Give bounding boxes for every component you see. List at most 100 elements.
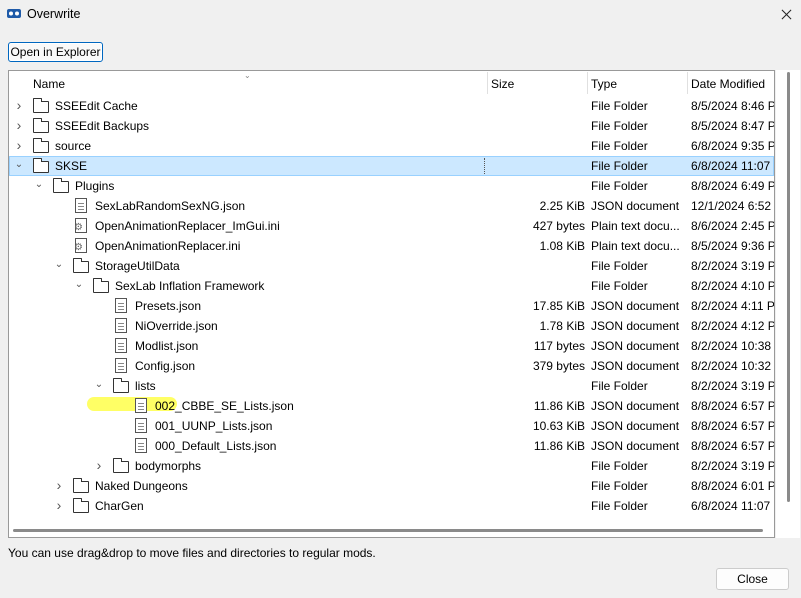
chevron-down-icon[interactable]: ⌄ (73, 279, 85, 291)
column-header-size[interactable]: Size (491, 77, 514, 91)
item-type: File Folder (591, 159, 648, 173)
tree-row-file[interactable]: OpenAnimationReplacer.ini 1.08 KiB Plain t… (9, 236, 774, 256)
item-name: SexLabRandomSexNG.json (95, 199, 246, 213)
folder-icon (73, 258, 89, 273)
item-type: JSON document (591, 199, 680, 213)
file-icon (135, 418, 147, 433)
folder-icon (33, 98, 49, 113)
chevron-down-icon[interactable]: ⌄ (53, 259, 65, 271)
column-header-name[interactable]: Name (33, 77, 65, 91)
item-type: JSON document (591, 399, 680, 413)
item-type: File Folder (591, 139, 648, 153)
chevron-down-icon[interactable]: ⌄ (93, 379, 105, 391)
item-type: Plain text docu... (591, 239, 680, 253)
settings-file-icon (74, 218, 87, 233)
item-type: File Folder (591, 499, 648, 513)
item-date-modified: 8/6/2024 2:45 PM (691, 219, 774, 233)
sort-indicator-icon: ⌄ (244, 71, 251, 80)
tree-row-folder[interactable]: ⌄ SexLab Inflation Framework File Folder 8/… (9, 276, 774, 296)
item-name: SKSE (55, 159, 88, 173)
item-size: 11.86 KiB (533, 399, 585, 413)
item-size: 1.08 KiB (539, 239, 585, 253)
item-name: 002_CBBE_SE_Lists.json (155, 399, 294, 413)
title-bar: Overwrite (0, 0, 801, 30)
item-date-modified: 8/2/2024 3:19 PM (691, 459, 774, 473)
close-window-icon[interactable] (771, 0, 801, 30)
tree-row-file[interactable]: 000_Default_Lists.json 11.86 KiB JSON docu… (9, 436, 774, 456)
close-button[interactable]: Close (716, 568, 789, 590)
vertical-scrollbar[interactable] (776, 70, 800, 538)
tree-row-folder[interactable]: ⌄ SKSE File Folder 6/8/2024 11:07 ... (9, 156, 774, 176)
horizontal-scroll-thumb[interactable] (13, 529, 763, 532)
focus-divider (484, 158, 485, 174)
file-tree[interactable]: ⌄ Name Size Type Date Modified › SSEEdit … (8, 70, 775, 538)
tree-row-file[interactable]: 001_UUNP_Lists.json 10.63 KiB JSON documen… (9, 416, 774, 436)
chevron-right-icon[interactable]: › (13, 118, 25, 132)
column-header-type[interactable]: Type (591, 77, 617, 91)
tree-row-file[interactable]: Modlist.json 117 bytes JSON document 8/2/20… (9, 336, 774, 356)
column-header-date-modified[interactable]: Date Modified (691, 77, 765, 91)
item-type: File Folder (591, 179, 648, 193)
item-type: File Folder (591, 379, 648, 393)
item-name: SSEEdit Cache (55, 99, 138, 113)
item-size: 11.86 KiB (533, 439, 585, 453)
item-size: 117 bytes (533, 339, 585, 353)
tree-row-folder[interactable]: › SSEEdit Cache File Folder 8/5/2024 8:46 P… (9, 96, 774, 116)
item-name: NiOverride.json (135, 319, 218, 333)
horizontal-scrollbar[interactable] (9, 523, 774, 537)
tree-row-file[interactable]: NiOverride.json 1.78 KiB JSON document 8/2/… (9, 316, 774, 336)
item-date-modified: 6/8/2024 11:07 ... (691, 159, 774, 173)
item-type: JSON document (591, 319, 680, 333)
chevron-down-icon[interactable]: ⌄ (13, 159, 25, 171)
column-separator[interactable] (587, 72, 588, 94)
item-name: source (55, 139, 92, 153)
column-separator[interactable] (487, 72, 488, 94)
chevron-right-icon[interactable]: › (53, 498, 65, 512)
item-date-modified: 8/8/2024 6:57 PM (691, 399, 774, 413)
chevron-right-icon[interactable]: › (13, 138, 25, 152)
folder-icon (53, 178, 69, 193)
window-title: Overwrite (27, 7, 81, 21)
tree-row-file[interactable]: 002_CBBE_SE_Lists.json 11.86 KiB JSON docu… (9, 396, 774, 416)
app-icon (7, 9, 21, 18)
item-date-modified: 6/8/2024 11:07 ... (691, 499, 774, 513)
tree-row-folder[interactable]: ⌄ lists File Folder 8/2/2024 3:19 PM (9, 376, 774, 396)
tree-row-file[interactable]: Presets.json 17.85 KiB JSON document 8/2/20… (9, 296, 774, 316)
chevron-right-icon[interactable]: › (13, 98, 25, 112)
item-date-modified: 8/2/2024 4:12 PM (691, 319, 774, 333)
item-type: JSON document (591, 299, 680, 313)
tree-row-folder[interactable]: › SSEEdit Backups File Folder 8/5/2024 8:47… (9, 116, 774, 136)
tree-row-file[interactable]: OpenAnimationReplacer_ImGui.ini 427 bytes… (9, 216, 774, 236)
item-name: bodymorphs (135, 459, 202, 473)
chevron-right-icon[interactable]: › (93, 458, 105, 472)
tree-row-folder[interactable]: › CharGen File Folder 6/8/2024 11:07 ... (9, 496, 774, 516)
item-name: CharGen (95, 499, 144, 513)
tree-row-folder[interactable]: › source File Folder 6/8/2024 9:35 PM (9, 136, 774, 156)
item-type: JSON document (591, 339, 680, 353)
open-in-explorer-button[interactable]: Open in Explorer (8, 42, 103, 62)
item-name: 001_UUNP_Lists.json (155, 419, 273, 433)
item-size: 17.85 KiB (532, 299, 585, 313)
tree-row-folder[interactable]: ⌄ Plugins File Folder 8/8/2024 6:49 PM (9, 176, 774, 196)
tree-row-folder[interactable]: ⌄ StorageUtilData File Folder 8/2/2024 3:19… (9, 256, 774, 276)
file-icon (115, 318, 127, 333)
column-separator[interactable] (687, 72, 688, 94)
tree-row-folder[interactable]: › bodymorphs File Folder 8/2/2024 3:19 PM (9, 456, 774, 476)
item-name: OpenAnimationReplacer.ini (95, 239, 241, 253)
tree-rows: › SSEEdit Cache File Folder 8/5/2024 8:46 P… (9, 96, 774, 524)
chevron-down-icon[interactable]: ⌄ (33, 179, 45, 191)
file-icon (115, 358, 127, 373)
tree-row-folder[interactable]: › Naked Dungeons File Folder 8/8/2024 6:01 … (9, 476, 774, 496)
item-date-modified: 8/5/2024 9:36 PM (691, 239, 774, 253)
folder-icon (33, 138, 49, 153)
vertical-scroll-thumb[interactable] (787, 72, 790, 502)
item-date-modified: 8/5/2024 8:46 PM (691, 99, 774, 113)
item-name: Presets.json (135, 299, 202, 313)
tree-row-file[interactable]: SexLabRandomSexNG.json 2.25 KiB JSON docum… (9, 196, 774, 216)
item-name: Config.json (135, 359, 196, 373)
tree-row-file[interactable]: Config.json 379 bytes JSON document 8/2/202… (9, 356, 774, 376)
folder-icon (33, 158, 49, 173)
chevron-right-icon[interactable]: › (53, 478, 65, 492)
item-name: StorageUtilData (95, 259, 180, 273)
item-date-modified: 8/8/2024 6:01 PM (691, 479, 774, 493)
